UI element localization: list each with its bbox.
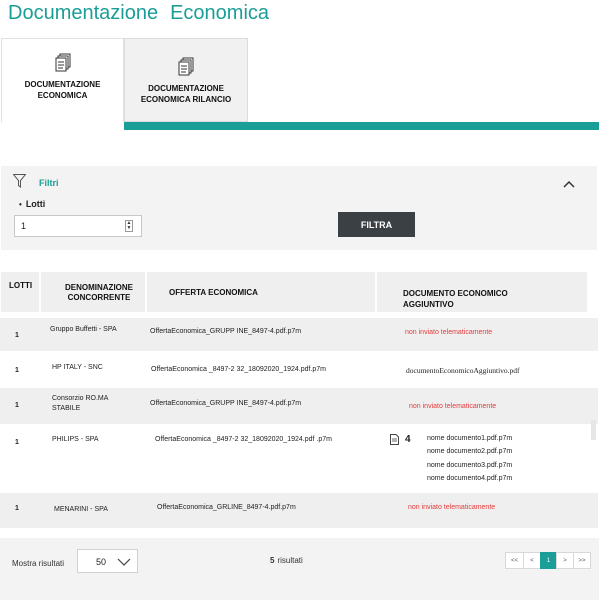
prev-page-button[interactable]: < bbox=[523, 552, 541, 569]
cell-denominazione: PHILIPS - SPA bbox=[52, 436, 99, 443]
tab-documentazione-economica-rilancio[interactable]: DOCUMENTAZIONE ECONOMICA RILANCIO bbox=[124, 38, 248, 122]
cell-denominazione: Gruppo Buffetti - SPA bbox=[50, 326, 117, 333]
results-label: risultati bbox=[277, 556, 303, 565]
status-not-sent: non inviato telematicamente bbox=[405, 329, 493, 336]
offerta-file-link[interactable]: OffertaEconomica _8497-2 32_18092020_192… bbox=[151, 366, 326, 373]
funnel-icon bbox=[13, 174, 26, 188]
number-stepper[interactable]: ▲ ▼ bbox=[125, 220, 133, 232]
page-title-sub: Economica bbox=[170, 2, 270, 24]
column-header-documento: DOCUMENTO ECONOMICO AGGIUNTIVO bbox=[377, 272, 587, 312]
page-title-main: Documentazione bbox=[8, 2, 159, 24]
next-page-button[interactable]: > bbox=[556, 552, 574, 569]
first-page-button[interactable]: << bbox=[505, 552, 524, 569]
tab-documentazione-economica[interactable]: DOCUMENTAZIONE ECONOMICA bbox=[1, 38, 124, 122]
document-link[interactable]: nome documento2.pdf.p7m bbox=[427, 445, 512, 458]
pagination: << < 1 > >> bbox=[505, 552, 591, 569]
cell-lotti: 1 bbox=[15, 402, 19, 409]
offerta-file-link[interactable]: OffertaEconomica_GRLINE_8497-4.pdf.p7m bbox=[157, 504, 296, 511]
table-row: 1 Consorzio RO.MA STABILE OffertaEconomi… bbox=[0, 388, 598, 424]
cell-lotti: 1 bbox=[15, 332, 19, 339]
cell-denominazione: Consorzio RO.MA STABILE bbox=[52, 395, 109, 412]
last-page-button[interactable]: >> bbox=[573, 552, 591, 569]
status-not-sent: non inviato telematicamente bbox=[408, 504, 496, 511]
cell-lotti: 1 bbox=[15, 367, 19, 374]
results-number: 5 bbox=[270, 556, 275, 565]
filter-title[interactable]: Filtri bbox=[39, 178, 59, 188]
table-header: LOTTI DENOMINAZIONE CONCORRENTE OFFERTA … bbox=[1, 272, 599, 314]
cell-denominazione: HP ITALY - SNC bbox=[52, 364, 103, 371]
document-stack-icon bbox=[178, 57, 194, 76]
tab-active-indicator bbox=[124, 122, 599, 130]
documento-file-link[interactable]: documentoEconomicoAggiuntivo.pdf bbox=[406, 366, 520, 375]
page-size-value: 50 bbox=[96, 557, 107, 567]
table-row: 1 PHILIPS - SPA OffertaEconomica _8497-2… bbox=[0, 426, 598, 489]
lotti-input-value: 1 bbox=[21, 221, 27, 231]
document-link[interactable]: nome documento4.pdf.p7m bbox=[427, 472, 512, 485]
column-header-lotti: LOTTI bbox=[1, 272, 39, 312]
offerta-file-link[interactable]: OffertaEconomica _8497-2 32_18092020_192… bbox=[155, 436, 332, 443]
table-row: 1 Gruppo Buffetti - SPA OffertaEconomica… bbox=[0, 318, 598, 351]
page-1-button[interactable]: 1 bbox=[540, 552, 557, 569]
column-header-denominazione: DENOMINAZIONE CONCORRENTE bbox=[41, 272, 145, 312]
page-size-select[interactable]: 50 bbox=[77, 549, 138, 573]
chevron-down-icon bbox=[117, 558, 131, 566]
document-list: nome documento1.pdf.p7m nome documento2.… bbox=[427, 432, 512, 486]
filter-panel: Filtri Lotti 1 ▲▼ FILTRA bbox=[1, 166, 597, 250]
offerta-file-link[interactable]: OffertaEconomica_GRUPP INE_8497-4.pdf.p7… bbox=[150, 328, 301, 335]
cell-lotti: 1 bbox=[15, 505, 19, 512]
document-stack-icon bbox=[55, 53, 70, 72]
page-title: Documentazione Economica bbox=[8, 2, 269, 25]
page-size-label: Mostra risultati bbox=[12, 559, 65, 568]
tab-label: DOCUMENTAZIONE ECONOMICA bbox=[24, 80, 101, 100]
lotti-label: Lotti bbox=[19, 199, 46, 209]
scrollbar[interactable] bbox=[591, 420, 596, 440]
filtra-button[interactable]: FILTRA bbox=[338, 212, 415, 237]
cell-denominazione: MENARINI - SPA bbox=[54, 506, 108, 513]
status-not-sent: non inviato telematicamente bbox=[409, 403, 497, 410]
tab-label: DOCUMENTAZIONE ECONOMICA RILANCIO bbox=[140, 84, 232, 104]
table-row: 1 HP ITALY - SNC OffertaEconomica _8497-… bbox=[0, 353, 598, 386]
document-link[interactable]: nome documento3.pdf.p7m bbox=[427, 459, 512, 472]
chevron-up-icon[interactable] bbox=[563, 180, 575, 188]
table-row: 1 MENARINI - SPA OffertaEconomica_GRLINE… bbox=[0, 493, 598, 528]
document-icon bbox=[390, 434, 399, 445]
offerta-file-link[interactable]: OffertaEconomica_GRUPP INE_8497-4.pdf.p7… bbox=[150, 400, 301, 407]
document-link[interactable]: nome documento1.pdf.p7m bbox=[427, 432, 512, 445]
results-count: 5 risultati bbox=[270, 556, 303, 565]
cell-lotti: 1 bbox=[15, 439, 19, 446]
document-count: 4 bbox=[405, 434, 411, 445]
column-header-offerta: OFFERTA ECONOMICA bbox=[147, 272, 375, 312]
tab-bar: DOCUMENTAZIONE ECONOMICA DOCUMENTAZIONE … bbox=[0, 38, 599, 130]
lotti-input[interactable]: 1 ▲ ▼ bbox=[14, 215, 142, 237]
